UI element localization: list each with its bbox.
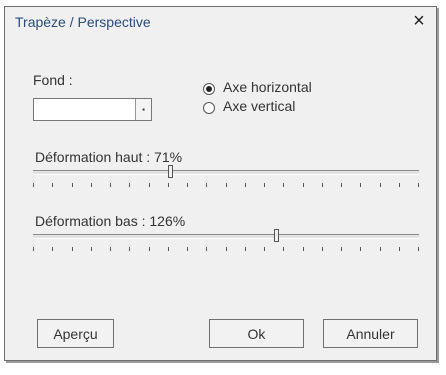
ok-button[interactable]: Ok [209,319,304,348]
axe-vertical-label: Axe vertical [223,98,296,114]
slider-tick [187,183,188,187]
slider-tick [71,183,73,187]
slider-tick [148,247,150,251]
fond-select[interactable]: ▪ [33,98,152,121]
deformation-bas-track[interactable] [33,234,419,239]
slider-tick [110,183,111,187]
slider-tick [33,247,34,251]
deformation-bas-label: Déformation bas : 126% [35,213,186,229]
dialog-title: Trapèze / Perspective [15,14,151,30]
slider-tick [264,247,265,251]
deformation-haut-ticks [33,183,419,187]
axe-horizontal-label: Axe horizontal [223,79,312,95]
slider-tick [379,183,381,187]
close-icon[interactable]: × [408,11,430,31]
slider-tick [90,183,92,187]
slider-tick [341,183,342,187]
slider-tick [398,247,400,251]
slider-tick [283,183,285,187]
radio-axe-vertical[interactable] [203,102,215,114]
slider-tick [244,183,246,187]
slider-tick [129,247,131,251]
deformation-haut-label: Déformation haut : 71% [35,149,183,165]
slider-tick [71,247,73,251]
slider-tick [206,183,208,187]
slider-tick [52,183,54,187]
slider-tick [225,183,227,187]
slider-tick [302,183,304,187]
cancel-button[interactable]: Annuler [323,319,418,348]
fond-label: Fond : [33,72,73,88]
slider-tick [206,247,208,251]
slider-tick [302,247,304,251]
slider-tick [360,247,362,251]
slider-tick [110,247,111,251]
slider-tick [90,247,92,251]
deformation-haut-thumb[interactable] [168,165,174,178]
slider-tick [33,183,34,187]
radio-axe-horizontal[interactable] [203,83,215,95]
slider-tick [283,247,285,251]
slider-tick [360,183,362,187]
preview-button[interactable]: Aperçu [37,319,114,348]
slider-tick [225,247,227,251]
slider-tick [379,247,381,251]
slider-tick [148,183,150,187]
slider-tick [418,247,419,251]
dropdown-arrow-icon[interactable]: ▪ [135,99,151,120]
slider-tick [52,247,54,251]
slider-tick [321,247,323,251]
slider-tick [341,247,342,251]
deformation-bas-thumb[interactable] [274,229,280,242]
slider-tick [129,183,131,187]
slider-tick [418,183,419,187]
slider-tick [321,183,323,187]
slider-tick [398,183,400,187]
slider-tick [264,183,265,187]
slider-tick [167,183,169,187]
deformation-bas-ticks [33,247,419,251]
slider-tick [167,247,169,251]
slider-tick [244,247,246,251]
deformation-haut-track[interactable] [33,170,419,175]
slider-tick [187,247,188,251]
title-bar: Trapèze / Perspective × [5,7,436,37]
trapeze-dialog: Trapèze / Perspective × Fond : ▪ Axe hor… [4,6,437,361]
